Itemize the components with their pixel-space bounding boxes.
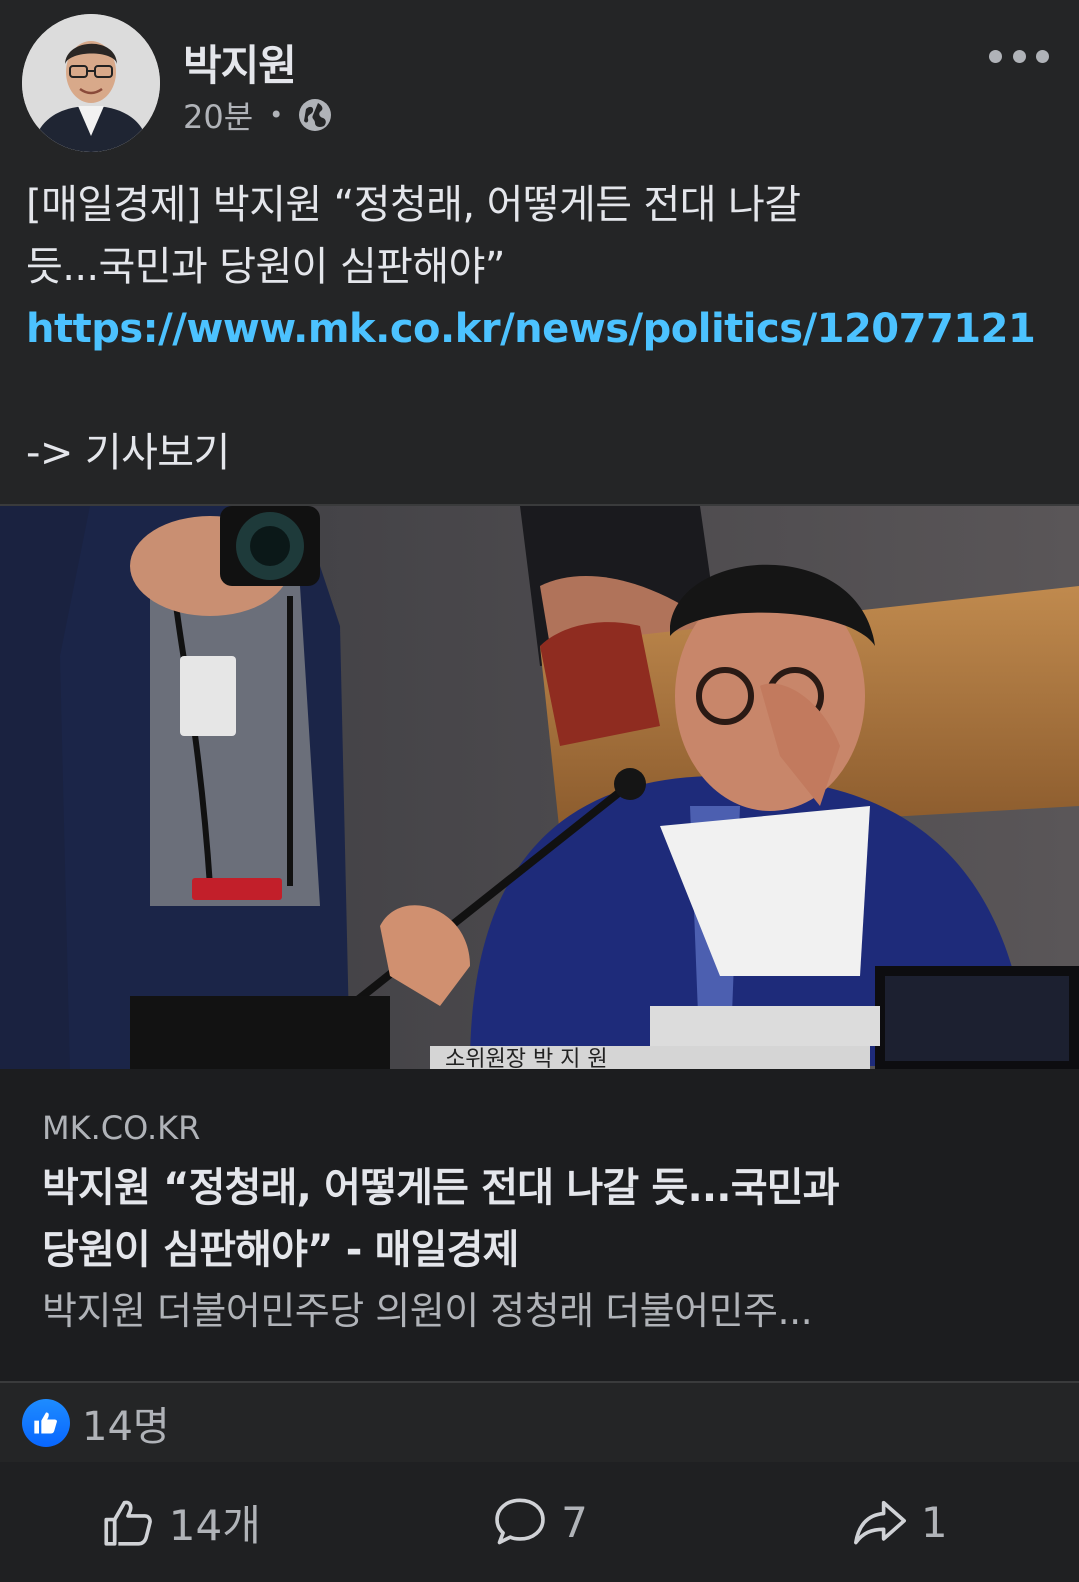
- article-photo[interactable]: 소위원장 박 지 원: [0, 504, 1079, 1071]
- card-domain: MK.CO.KR: [42, 1109, 201, 1147]
- post-text-line: [매일경제] 박지원 “정청래, 어떻게든 전대 나갈: [26, 182, 801, 228]
- card-title-line: 당원이 심판해야” - 매일경제: [42, 1227, 519, 1273]
- more-dot-icon: [989, 49, 1002, 63]
- meta-separator: •: [269, 101, 284, 129]
- action-bar: 14개 7 1: [0, 1462, 1079, 1582]
- nameplate-text: 소위원장 박 지 원: [445, 1047, 608, 1071]
- comment-count: 7: [561, 1497, 588, 1547]
- share-icon: [853, 1500, 906, 1545]
- read-article-text: -> 기사보기: [26, 430, 230, 476]
- author-avatar[interactable]: [22, 14, 160, 152]
- author-name[interactable]: 박지원: [183, 32, 297, 93]
- link-preview-card[interactable]: MK.CO.KR 박지원 “정청래, 어떻게든 전대 나갈 듯...국민과 당원…: [0, 1069, 1079, 1383]
- share-count: 1: [920, 1497, 948, 1547]
- post-meta: 20분 •: [183, 92, 333, 138]
- share-button[interactable]: 1: [719, 1462, 1079, 1582]
- card-title-line: 박지원 “정청래, 어떻게든 전대 나갈 듯...국민과: [42, 1165, 840, 1211]
- more-dot-icon: [1012, 49, 1026, 63]
- post-body: [매일경제] 박지원 “정청래, 어떻게든 전대 나갈 듯...국민과 당원이 …: [26, 174, 1056, 484]
- reaction-summary[interactable]: 14명: [22, 1394, 170, 1452]
- post-header: 박지원 20분 •: [0, 0, 1079, 160]
- like-count: 14개: [168, 1500, 261, 1550]
- card-title: 박지원 “정청래, 어떻게든 전대 나갈 듯...국민과 당원이 심판해야” -…: [42, 1157, 1032, 1281]
- post-link[interactable]: https://www.mk.co.kr/news/politics/12077…: [26, 306, 1036, 352]
- reaction-count: 14명: [82, 1404, 170, 1450]
- more-dot-icon: [1036, 49, 1049, 63]
- like-icon: [22, 1399, 70, 1447]
- card-description: 박지원 더불어민주당 의원이 정청래 더불어민주...: [42, 1289, 813, 1333]
- thumbs-up-icon: [104, 1500, 152, 1546]
- more-options-button[interactable]: [989, 42, 1049, 70]
- like-button[interactable]: 14개: [0, 1462, 360, 1582]
- comment-button[interactable]: 7: [360, 1462, 720, 1582]
- post-time[interactable]: 20분: [183, 92, 253, 138]
- comment-icon: [495, 1498, 545, 1545]
- post-text-line: 듯...국민과 당원이 심판해야”: [26, 244, 506, 290]
- globe-icon: [297, 97, 333, 133]
